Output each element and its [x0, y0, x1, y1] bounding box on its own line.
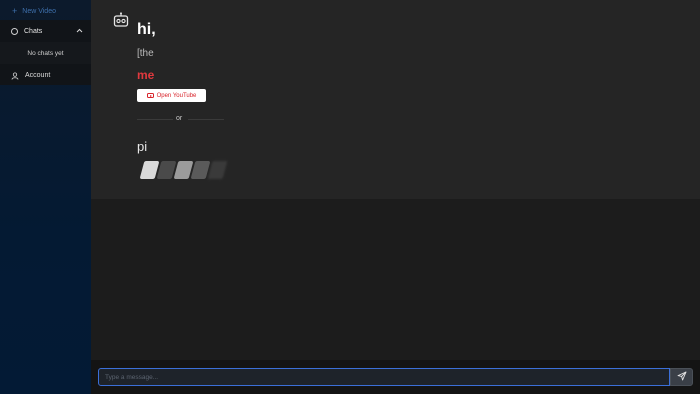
- send-icon: [677, 368, 687, 386]
- plus-icon: +: [12, 5, 18, 16]
- new-video-button[interactable]: + New Video: [0, 2, 91, 20]
- open-youtube-label: Open YouTube: [156, 92, 197, 99]
- youtube-icon: [146, 93, 154, 98]
- account-label: Account: [25, 72, 51, 79]
- send-button[interactable]: [670, 368, 693, 386]
- user-icon: [11, 71, 19, 80]
- skeleton-block: [207, 161, 228, 179]
- divider-right: [188, 119, 224, 120]
- message-input[interactable]: [98, 368, 670, 386]
- open-youtube-button[interactable]: Open YouTube: [137, 89, 206, 102]
- message-text-line: [the: [137, 48, 154, 59]
- new-video-label: New Video: [22, 7, 56, 15]
- robot-icon: [113, 12, 129, 28]
- chevron-up-icon: [76, 28, 83, 35]
- chats-toggle[interactable]: Chats: [0, 20, 91, 42]
- chats-label: Chats: [24, 27, 43, 35]
- divider-left: [137, 119, 173, 120]
- or-separator: or: [176, 115, 183, 122]
- app-window: + New Video Chats No chats yet Account h…: [0, 0, 700, 394]
- greeting-text: hi,: [137, 21, 156, 38]
- sidebar: + New Video Chats No chats yet Account: [0, 0, 91, 394]
- highlighted-text: me: [137, 68, 155, 82]
- account-button[interactable]: Account: [0, 66, 91, 85]
- chat-bubble-icon: [11, 27, 18, 35]
- loading-skeleton: [139, 161, 235, 180]
- message-text-line: pi: [137, 139, 148, 154]
- empty-chats-message: No chats yet: [0, 42, 91, 64]
- conversation-empty-space: [91, 199, 700, 360]
